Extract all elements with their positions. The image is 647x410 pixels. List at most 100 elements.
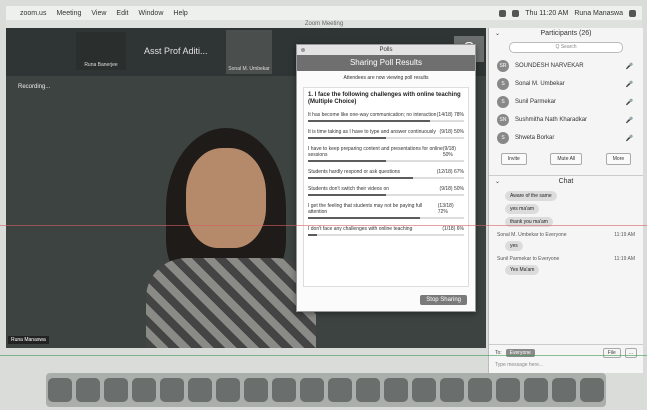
chat-title: Chat xyxy=(558,178,574,185)
wifi-icon[interactable] xyxy=(499,9,507,17)
dock-app-icon[interactable] xyxy=(552,378,576,402)
poll-option: It is time taking as I have to type and … xyxy=(308,129,464,139)
participant-row[interactable]: S Shweta Borkar 🎤 xyxy=(489,129,643,147)
dock-app-icon[interactable] xyxy=(132,378,156,402)
invite-button[interactable]: Invite xyxy=(500,153,527,165)
poll-option: Students hardly respond or ask questions… xyxy=(308,169,464,179)
dock-app-icon[interactable] xyxy=(104,378,128,402)
dock-app-icon[interactable] xyxy=(188,378,212,402)
mic-icon[interactable]: 🎤 xyxy=(626,81,633,88)
chat-message: Yes Ma'am xyxy=(489,265,643,275)
dock-app-icon[interactable] xyxy=(580,378,604,402)
chat-bubble: yes ma'am xyxy=(505,204,540,214)
participant-row[interactable]: S Sonal M. Umbekar 🎤 xyxy=(489,75,643,93)
dock-app-icon[interactable] xyxy=(384,378,408,402)
dock-app-icon[interactable] xyxy=(300,378,324,402)
poll-option-result: (9/18) 50% xyxy=(442,146,456,158)
clock[interactable]: Thu 11:20 AM xyxy=(525,10,568,17)
poll-option-text: I get the feeling that students may not … xyxy=(308,203,423,215)
chat-message: yes xyxy=(489,241,643,251)
video-tile[interactable]: Runa Banerjee xyxy=(76,32,126,70)
poll-option-result: (1/18) 6% xyxy=(442,226,464,232)
poll-bar-fill xyxy=(308,160,386,162)
participant-row[interactable]: SR SOUNDESH NARVEKAR 🎤 xyxy=(489,57,643,75)
avatar: SN xyxy=(497,114,509,126)
poll-bar-fill xyxy=(308,177,413,179)
menu-help[interactable]: Help xyxy=(173,10,187,17)
menubar-user[interactable]: Runa Manaswa xyxy=(574,10,623,17)
menu-window[interactable]: Window xyxy=(138,10,163,17)
dock-app-icon[interactable] xyxy=(496,378,520,402)
poll-option-text: I don't face any challenges with online … xyxy=(308,226,413,232)
scan-artifact-line xyxy=(0,225,647,226)
poll-title-text: Polls xyxy=(379,47,393,53)
poll-window: Polls Sharing Poll Results Attendees are… xyxy=(296,44,476,312)
file-button[interactable]: File xyxy=(602,348,621,358)
participant-name: Sushmitha Nath Kharadkar xyxy=(515,117,588,123)
mute-all-button[interactable]: Mute All xyxy=(550,153,583,165)
poll-subtitle: Sharing Poll Results xyxy=(297,55,475,71)
participant-search-input[interactable]: Q Search xyxy=(509,42,623,53)
poll-results: 1. I face the following challenges with … xyxy=(303,87,469,287)
menu-edit[interactable]: Edit xyxy=(116,10,128,17)
dock-app-icon[interactable] xyxy=(272,378,296,402)
chevron-down-icon[interactable]: ⌄ xyxy=(495,176,500,188)
window-titlebar: Zoom Meeting xyxy=(6,20,642,28)
chat-message: yes ma'am xyxy=(489,204,643,214)
chat-messages: Aware of the same yes ma'am thank you ma'a… xyxy=(489,191,643,275)
dock-app-icon[interactable] xyxy=(244,378,268,402)
poll-option: Students don't switch their videos on (9/… xyxy=(308,186,464,196)
dock-app-icon[interactable] xyxy=(412,378,436,402)
dock-app-icon[interactable] xyxy=(216,378,240,402)
speaker-shirt xyxy=(146,258,316,348)
poll-bar-track xyxy=(308,137,464,139)
menu-view[interactable]: View xyxy=(91,10,106,17)
dock-app-icon[interactable] xyxy=(440,378,464,402)
chat-message: Aware of the same xyxy=(489,191,643,201)
poll-option-text: It is time taking as I have to type and … xyxy=(308,129,436,135)
dock-app-icon[interactable] xyxy=(160,378,184,402)
chevron-down-icon[interactable]: ⌄ xyxy=(495,28,500,40)
participant-name: SOUNDESH NARVEKAR xyxy=(515,63,584,69)
chat-time: 11:19 AM xyxy=(614,232,635,238)
speaker-video xyxy=(146,108,316,348)
participant-name: Sunil Parmekar xyxy=(515,99,557,105)
participant-name: Sonal M. Umbekar xyxy=(515,81,565,87)
dock-app-icon[interactable] xyxy=(524,378,548,402)
poll-option-result: (12/18) 67% xyxy=(436,169,464,175)
chat-bubble: Yes Ma'am xyxy=(505,265,540,275)
poll-option-text: Students hardly respond or ask questions xyxy=(308,169,400,175)
participant-row[interactable]: S Sunil Parmekar 🎤 xyxy=(489,93,643,111)
more-options-button[interactable]: ... xyxy=(624,348,637,358)
dock-app-icon[interactable] xyxy=(468,378,492,402)
dock-app-icon[interactable] xyxy=(48,378,72,402)
mic-icon[interactable]: 🎤 xyxy=(626,135,633,142)
dock-app-icon[interactable] xyxy=(356,378,380,402)
avatar: SR xyxy=(497,60,509,72)
more-button[interactable]: More xyxy=(605,153,632,165)
poll-option-result: (9/18) 50% xyxy=(439,129,464,135)
mic-icon[interactable]: 🎤 xyxy=(626,117,633,124)
poll-option: It has become like one-way communication… xyxy=(308,112,464,122)
participant-row[interactable]: SN Sushmitha Nath Kharadkar 🎤 xyxy=(489,111,643,129)
speaker-face xyxy=(186,148,266,248)
dock-app-icon[interactable] xyxy=(328,378,352,402)
menu-app[interactable]: zoom.us xyxy=(20,10,46,17)
mic-icon[interactable]: 🎤 xyxy=(626,99,633,106)
poll-window-title: Polls xyxy=(297,45,475,55)
side-panel: ⌄ Participants (26) Q Search SR SOUNDESH … xyxy=(488,28,643,373)
menu-meeting[interactable]: Meeting xyxy=(56,10,81,17)
stop-sharing-button[interactable]: Stop Sharing xyxy=(420,295,467,305)
battery-icon[interactable] xyxy=(512,9,520,17)
poll-option-row: I have to keep preparing content and pre… xyxy=(308,146,464,158)
chat-sender: Sonal M. Umbekar to Everyone 11:19 AM xyxy=(489,232,643,238)
poll-bar-track xyxy=(308,120,464,122)
dock-app-icon[interactable] xyxy=(76,378,100,402)
close-icon[interactable] xyxy=(301,48,305,52)
video-tile[interactable]: S Sonal M. Umbekar xyxy=(226,30,484,74)
chat-input[interactable]: Type message here... xyxy=(489,361,643,369)
recording-indicator: Recording... xyxy=(18,84,51,90)
poll-bar-fill xyxy=(308,217,421,219)
mic-icon[interactable]: 🎤 xyxy=(626,63,633,70)
search-icon[interactable] xyxy=(629,9,636,17)
